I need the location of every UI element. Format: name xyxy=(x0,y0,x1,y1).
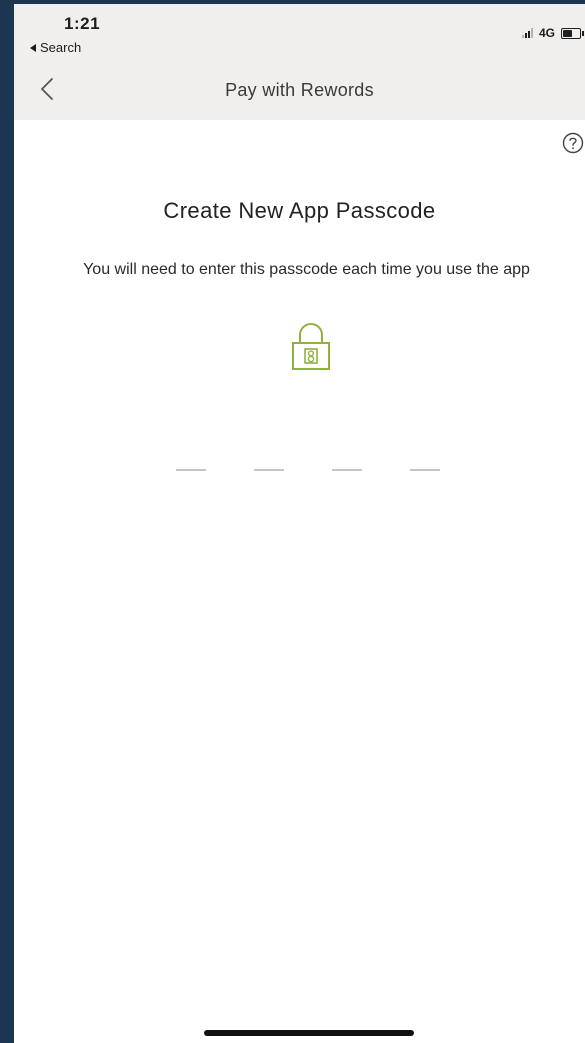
help-question-icon[interactable] xyxy=(562,132,584,154)
signal-strength-icon xyxy=(521,28,533,38)
network-type: 4G xyxy=(538,26,555,40)
create-passcode-heading: Create New App Passcode xyxy=(163,198,436,223)
status-back-label: Search xyxy=(40,40,82,55)
passcode-digit-slot[interactable] xyxy=(254,469,284,471)
home-indicator[interactable] xyxy=(204,1030,414,1036)
passcode-entry[interactable] xyxy=(176,465,456,475)
passcode-digit-slot[interactable] xyxy=(410,469,440,471)
status-indicators: 4G xyxy=(521,26,584,40)
back-triangle-icon xyxy=(30,43,36,52)
app-screen: 1:21 Search 4G Pay with Rewords Create N… xyxy=(14,4,585,1043)
battery-icon xyxy=(561,27,584,39)
page-title: Pay with Rewords xyxy=(225,80,374,100)
passcode-digit-slot[interactable] xyxy=(176,469,206,471)
app-header: 1:21 Search 4G Pay with Rewords xyxy=(14,4,585,120)
status-back-link[interactable]: Search xyxy=(30,40,81,55)
padlock-icon xyxy=(292,323,330,370)
passcode-digit-slot[interactable] xyxy=(332,469,362,471)
passcode-instructions: You will need to enter this passcode eac… xyxy=(83,261,530,278)
screen-frame: 1:21 Search 4G Pay with Rewords Create N… xyxy=(0,0,585,1043)
status-time: 1:21 xyxy=(64,14,101,33)
